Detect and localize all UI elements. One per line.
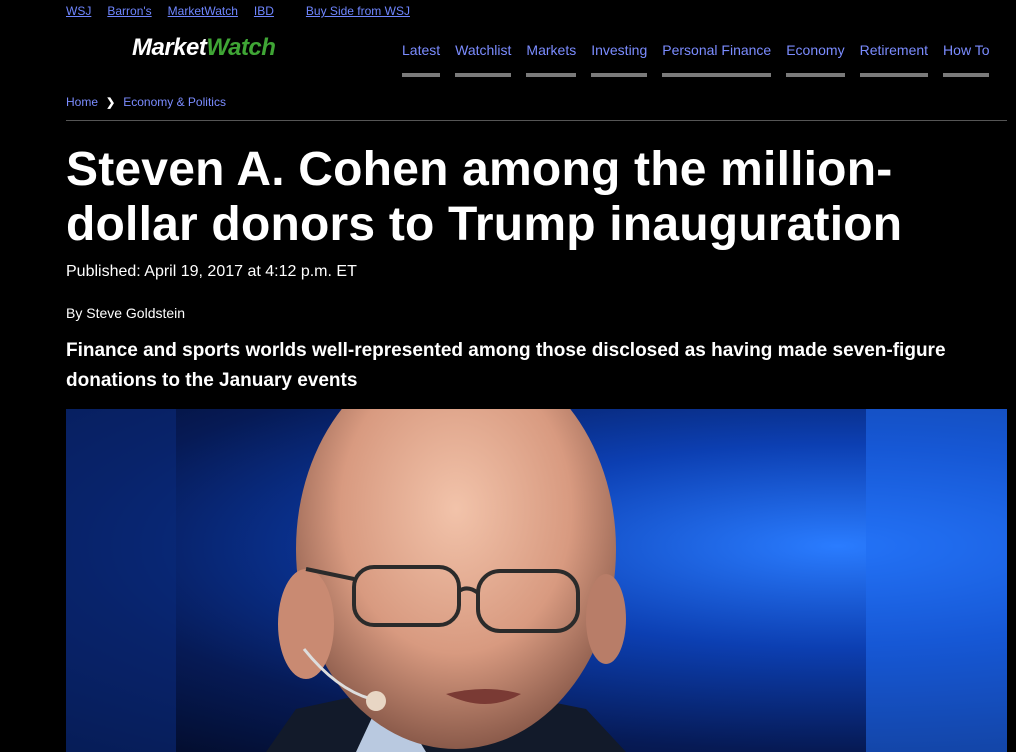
nav-latest[interactable]: Latest [402, 40, 441, 77]
article-hero-photo [66, 409, 1007, 752]
publish-date: Published: April 19, 2017 at 4:12 p.m. E… [66, 263, 357, 280]
nav-investing[interactable]: Investing [591, 40, 648, 77]
wsj-link[interactable]: WSJ [66, 4, 91, 18]
nav-label: Retirement [859, 42, 929, 58]
logo-watch-text: Watch [206, 34, 276, 61]
marketwatch-link[interactable]: MarketWatch [168, 4, 238, 18]
nav-underline [859, 73, 929, 77]
network-links: WSJ Barron's MarketWatch IBD Buy Side fr… [66, 2, 426, 20]
nav-label: Personal Finance [662, 42, 772, 58]
breadcrumb-home[interactable]: Home [66, 95, 98, 109]
barrons-link[interactable]: Barron's [107, 4, 151, 18]
article-headline: Steven A. Cohen among the million-dollar… [66, 143, 903, 251]
main-nav: Latest Watchlist Markets Investing Perso… [402, 40, 1004, 77]
breadcrumb: Home ❯ Economy & Politics [66, 95, 226, 109]
buyside-link[interactable]: Buy Side from WSJ [306, 4, 410, 18]
nav-label: Economy [786, 42, 845, 58]
nav-personal-finance[interactable]: Personal Finance [662, 40, 772, 77]
portrait-illustration [66, 409, 1007, 752]
nav-label: Investing [591, 42, 648, 58]
nav-markets[interactable]: Markets [526, 40, 577, 77]
nav-label: Watchlist [455, 42, 512, 58]
nav-underline [786, 73, 845, 77]
nav-underline [455, 73, 512, 77]
ibd-link[interactable]: IBD [254, 4, 274, 18]
chevron-right-icon: ❯ [106, 96, 116, 109]
article-summary: Finance and sports worlds well-represent… [66, 340, 946, 391]
nav-watchlist[interactable]: Watchlist [455, 40, 512, 77]
nav-underline [526, 73, 577, 77]
nav-underline [591, 73, 648, 77]
marketwatch-logo[interactable]: MarketWatch [132, 34, 276, 62]
nav-retirement[interactable]: Retirement [859, 40, 929, 77]
nav-economy[interactable]: Economy [786, 40, 845, 77]
nav-label: How To [943, 42, 990, 58]
logo-market-text: Market [132, 34, 207, 61]
nav-underline [662, 73, 772, 77]
author-byline[interactable]: By Steve Goldstein [66, 305, 185, 321]
breadcrumb-section[interactable]: Economy & Politics [123, 95, 226, 109]
nav-label: Latest [402, 42, 441, 58]
nav-underline [943, 73, 990, 77]
nav-how-to[interactable]: How To [943, 40, 990, 77]
divider [66, 120, 1007, 121]
nav-underline [402, 73, 441, 77]
nav-label: Markets [526, 42, 577, 58]
